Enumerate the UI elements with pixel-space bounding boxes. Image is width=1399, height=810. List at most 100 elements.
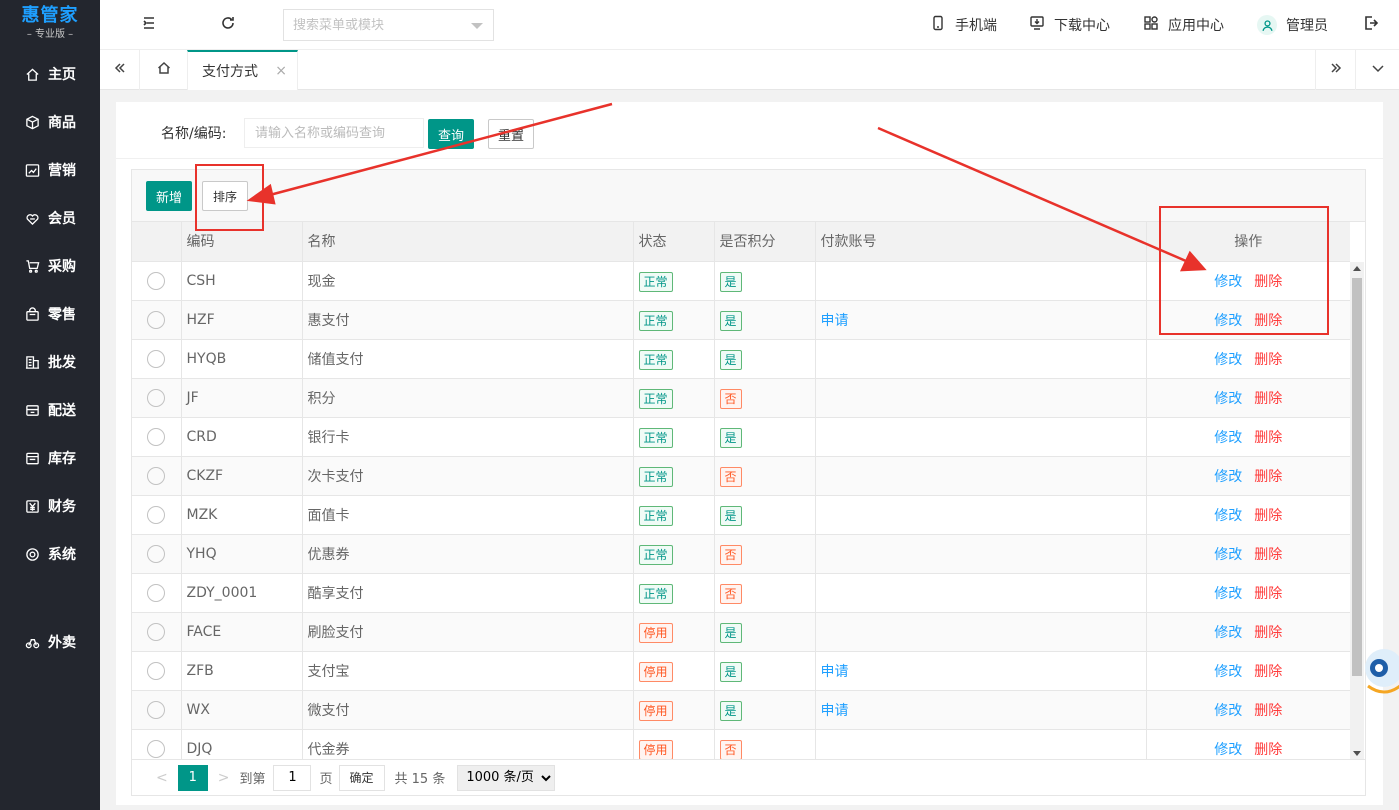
table-row[interactable]: WX 微支付 停用 是 申请 修改 删除 — [132, 690, 1350, 730]
tab-home[interactable] — [140, 50, 187, 90]
edit-link[interactable]: 修改 — [1214, 430, 1242, 446]
row-radio[interactable] — [147, 388, 165, 407]
edit-link[interactable]: 修改 — [1214, 508, 1242, 524]
table-row[interactable]: HZF 惠支付 正常 是 申请 修改 删除 — [132, 300, 1350, 340]
delete-link[interactable]: 删除 — [1254, 664, 1282, 680]
scroll-down-icon[interactable] — [1353, 751, 1361, 756]
delete-link[interactable]: 删除 — [1254, 274, 1282, 290]
sidebar-item-heart[interactable]: 会员 — [0, 194, 100, 242]
goto-page-input[interactable] — [273, 764, 312, 791]
name-code-search-input[interactable] — [244, 118, 424, 148]
edit-link[interactable]: 修改 — [1214, 586, 1242, 602]
table-row[interactable]: ZDY_0001 酷享支付 正常 否 修改 删除 — [132, 573, 1350, 613]
header-name[interactable]: 名称 — [302, 222, 634, 262]
header-code[interactable]: 编码 — [181, 222, 303, 262]
scrollbar-thumb[interactable] — [1352, 278, 1362, 676]
edit-link[interactable]: 修改 — [1214, 313, 1242, 329]
sidebar-item-delivery[interactable]: 配送 — [0, 386, 100, 434]
edit-link[interactable]: 修改 — [1214, 391, 1242, 407]
row-radio[interactable] — [147, 739, 165, 758]
table-row[interactable]: CSH 现金 正常 是 修改 删除 — [132, 261, 1350, 301]
delete-link[interactable]: 删除 — [1254, 469, 1282, 485]
row-radio[interactable] — [147, 271, 165, 290]
header-account[interactable]: 付款账号 — [815, 222, 1147, 262]
delete-link[interactable]: 删除 — [1254, 703, 1282, 719]
delete-link[interactable]: 删除 — [1254, 742, 1282, 758]
table-scrollbar[interactable] — [1350, 262, 1364, 760]
page-1-button[interactable]: 1 — [177, 764, 208, 791]
assistant-widget[interactable] — [1364, 628, 1399, 708]
tab-close-icon[interactable]: × — [275, 63, 287, 79]
sidebar-item-home[interactable]: 主页 — [0, 50, 100, 98]
sidebar-item-chart[interactable]: 营销 — [0, 146, 100, 194]
apply-account-link[interactable]: 申请 — [821, 313, 849, 329]
table-row[interactable]: ZFB 支付宝 停用 是 申请 修改 删除 — [132, 651, 1350, 691]
app-center-link[interactable]: 应用中心 — [1143, 0, 1224, 50]
menu-toggle-button[interactable] — [137, 13, 161, 37]
edit-link[interactable]: 修改 — [1214, 664, 1242, 680]
sort-button[interactable]: 排序 — [202, 181, 248, 211]
row-radio[interactable] — [147, 661, 165, 680]
row-radio[interactable] — [147, 544, 165, 563]
add-button[interactable]: 新增 — [146, 181, 192, 211]
row-radio[interactable] — [147, 349, 165, 368]
tabs-scroll-right-button[interactable] — [1315, 50, 1355, 90]
delete-link[interactable]: 删除 — [1254, 352, 1282, 368]
edit-link[interactable]: 修改 — [1214, 274, 1242, 290]
table-row[interactable]: JF 积分 正常 否 修改 删除 — [132, 378, 1350, 418]
tab-payment-methods[interactable]: 支付方式 × — [187, 50, 298, 90]
mobile-link[interactable]: 手机端 — [930, 0, 997, 50]
edit-link[interactable]: 修改 — [1214, 469, 1242, 485]
row-radio[interactable] — [147, 427, 165, 446]
sidebar-item-settings[interactable]: 系统 — [0, 530, 100, 578]
delete-link[interactable]: 删除 — [1254, 586, 1282, 602]
delete-link[interactable]: 删除 — [1254, 430, 1282, 446]
header-points[interactable]: 是否积分 — [714, 222, 816, 262]
menu-search-input[interactable] — [293, 17, 458, 33]
goto-confirm-button[interactable]: 确定 — [338, 764, 385, 791]
delete-link[interactable]: 删除 — [1254, 313, 1282, 329]
delete-link[interactable]: 删除 — [1254, 625, 1282, 641]
query-button[interactable]: 查询 — [428, 119, 474, 149]
next-page-icon[interactable]: > — [218, 770, 230, 786]
table-row[interactable]: CKZF 次卡支付 正常 否 修改 删除 — [132, 456, 1350, 496]
scroll-up-icon[interactable] — [1353, 266, 1361, 271]
sidebar-item-building[interactable]: 批发 — [0, 338, 100, 386]
header-status[interactable]: 状态 — [633, 222, 715, 262]
sidebar-item-bike[interactable]: 外卖 — [0, 618, 100, 666]
menu-search-select[interactable] — [283, 9, 494, 41]
edit-link[interactable]: 修改 — [1214, 352, 1242, 368]
user-menu[interactable]: 管理员 — [1257, 0, 1328, 50]
brand-logo[interactable]: 惠管家 – 专业版 – — [0, 0, 100, 50]
sidebar-item-bag[interactable]: 零售 — [0, 290, 100, 338]
table-row[interactable]: CRD 银行卡 正常 是 修改 删除 — [132, 417, 1350, 457]
row-radio[interactable] — [147, 583, 165, 602]
sidebar-item-yen[interactable]: 财务 — [0, 482, 100, 530]
row-radio[interactable] — [147, 466, 165, 485]
row-radio[interactable] — [147, 700, 165, 719]
edit-link[interactable]: 修改 — [1214, 742, 1242, 758]
row-radio[interactable] — [147, 505, 165, 524]
table-row[interactable]: FACE 刷脸支付 停用 是 修改 删除 — [132, 612, 1350, 652]
table-row[interactable]: HYQB 储值支付 正常 是 修改 删除 — [132, 339, 1350, 379]
reset-button[interactable]: 重置 — [488, 119, 534, 149]
prev-page-icon[interactable]: < — [156, 770, 168, 786]
delete-link[interactable]: 删除 — [1254, 508, 1282, 524]
sidebar-item-inventory[interactable]: 库存 — [0, 434, 100, 482]
sidebar-item-cube[interactable]: 商品 — [0, 98, 100, 146]
delete-link[interactable]: 删除 — [1254, 391, 1282, 407]
download-center-link[interactable]: 下载中心 — [1029, 0, 1110, 50]
edit-link[interactable]: 修改 — [1214, 625, 1242, 641]
delete-link[interactable]: 删除 — [1254, 547, 1282, 563]
logout-button[interactable] — [1359, 13, 1383, 37]
edit-link[interactable]: 修改 — [1214, 547, 1242, 563]
table-row[interactable]: MZK 面值卡 正常 是 修改 删除 — [132, 495, 1350, 535]
sidebar-item-cart[interactable]: 采购 — [0, 242, 100, 290]
row-radio[interactable] — [147, 310, 165, 329]
apply-account-link[interactable]: 申请 — [821, 703, 849, 719]
edit-link[interactable]: 修改 — [1214, 703, 1242, 719]
table-row[interactable]: YHQ 优惠券 正常 否 修改 删除 — [132, 534, 1350, 574]
apply-account-link[interactable]: 申请 — [821, 664, 849, 680]
row-radio[interactable] — [147, 622, 165, 641]
page-size-select[interactable]: 1000 条/页 — [457, 764, 556, 791]
